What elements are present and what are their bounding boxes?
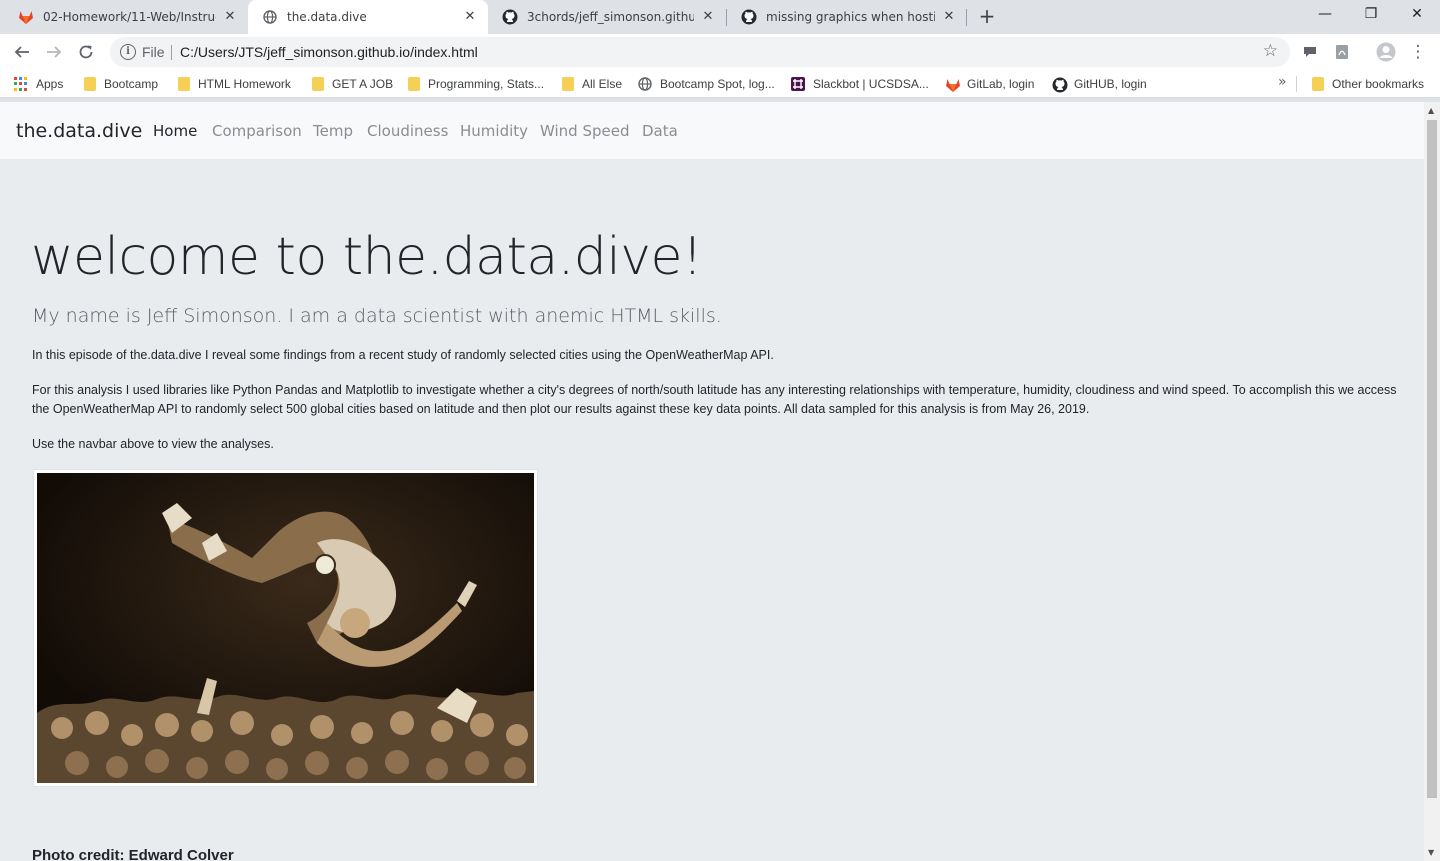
lead-text: My name is Jeff Simonson. I am a data sc…	[32, 305, 722, 327]
tab-github-repo[interactable]: 3chords/jeff_simonson.github.io ✕	[488, 0, 726, 34]
gitlab-icon	[945, 77, 960, 92]
navbar-hint-paragraph: Use the navbar above to view the analyse…	[32, 437, 274, 451]
address-bar[interactable]: i File C:/Users/JTS/jeff_simonson.github…	[110, 37, 1290, 67]
close-tab-icon[interactable]: ✕	[941, 9, 957, 25]
photo-credit: Photo credit: Edward Colver	[32, 847, 234, 861]
pdf-extension-icon[interactable]	[1330, 40, 1354, 64]
folder-icon	[178, 77, 190, 91]
crowd-surfer-photo	[33, 469, 538, 787]
bookmark-label: All Else	[582, 77, 623, 91]
close-tab-icon[interactable]: ✕	[222, 9, 238, 25]
nav-link-wind-speed[interactable]: Wind Speed	[540, 122, 630, 140]
bookmark-github[interactable]: GitHUB, login	[1052, 75, 1147, 93]
close-tab-icon[interactable]: ✕	[700, 9, 716, 25]
folder-icon	[408, 77, 420, 91]
folder-icon	[562, 77, 574, 91]
bookmark-apps[interactable]: Apps	[14, 75, 63, 93]
forward-arrow-icon[interactable]	[42, 40, 66, 64]
bookmark-html-homework[interactable]: HTML Homework	[178, 75, 291, 93]
intro-paragraph: In this episode of the.data.dive I revea…	[32, 348, 774, 362]
tab-title: 02-Homework/11-Web/Instructions	[43, 10, 216, 24]
folder-icon	[1312, 77, 1324, 91]
close-tab-icon[interactable]: ✕	[462, 9, 478, 25]
info-icon[interactable]: i	[120, 44, 136, 60]
folder-icon	[312, 77, 324, 91]
bookmark-separator	[1296, 75, 1297, 93]
bookmark-label: GET A JOB	[332, 77, 394, 91]
nav-link-temp[interactable]: Temp	[313, 122, 353, 140]
omnibox-separator	[171, 45, 172, 60]
bookmark-get-a-job[interactable]: GET A JOB	[312, 75, 393, 93]
tab-title: missing graphics when hosting on	[766, 10, 935, 24]
analysis-paragraph: For this analysis I used libraries like …	[32, 383, 1397, 416]
extension-icon[interactable]	[1298, 40, 1322, 64]
scheme-label: File	[142, 44, 165, 60]
bookmark-slackbot[interactable]: Slackbot | UCSDSA...	[791, 75, 929, 93]
scroll-down-arrow-icon[interactable]: ▼	[1428, 848, 1434, 857]
bookmark-label: Programming, Stats...	[428, 77, 545, 91]
scroll-thumb[interactable]	[1427, 120, 1437, 798]
bookmark-gitlab[interactable]: GitLab, login	[945, 75, 1034, 93]
close-window-button[interactable]: ✕	[1394, 0, 1440, 30]
github-icon	[1052, 77, 1068, 93]
bookmark-label: GitLab, login	[967, 77, 1035, 91]
profile-avatar-icon[interactable]	[1374, 40, 1398, 64]
gitlab-icon	[18, 9, 34, 25]
nav-link-data[interactable]: Data	[642, 122, 678, 140]
nav-link-humidity[interactable]: Humidity	[460, 122, 528, 140]
bookmark-bootcamp[interactable]: Bootcamp	[84, 75, 158, 93]
tab-separator	[966, 9, 967, 26]
tab-homework[interactable]: 02-Homework/11-Web/Instructions ✕	[4, 0, 248, 34]
bookmark-label: Bootcamp Spot, log...	[660, 77, 775, 91]
github-icon	[502, 9, 518, 25]
menu-kebab-icon[interactable]: ⋮	[1406, 40, 1430, 64]
back-arrow-icon[interactable]	[10, 40, 34, 64]
tab-title: the.data.dive	[287, 10, 367, 24]
apps-grid-icon	[14, 77, 28, 91]
tab-title: 3chords/jeff_simonson.github.io	[527, 10, 694, 24]
bookmark-star-icon[interactable]: ☆	[1263, 41, 1278, 61]
minimize-button[interactable]: —	[1302, 0, 1348, 30]
vertical-scrollbar[interactable]: ▲ ▼	[1424, 102, 1440, 861]
more-bookmarks-chevron-icon[interactable]: »	[1278, 74, 1287, 90]
folder-icon	[84, 77, 96, 91]
new-tab-button[interactable]: +	[976, 6, 998, 28]
tab-missing-graphics[interactable]: missing graphics when hosting on ✕	[727, 0, 967, 34]
reload-icon[interactable]	[74, 40, 98, 64]
site-navbar: the.data.dive Home Comparison Temp Cloud…	[0, 102, 1424, 159]
bookmark-bootcamp-spot[interactable]: Bootcamp Spot, log...	[638, 75, 775, 93]
maximize-button[interactable]: ❐	[1348, 0, 1394, 30]
bookmark-label: Apps	[36, 77, 64, 91]
nav-link-cloudiness[interactable]: Cloudiness	[367, 122, 448, 140]
bookmark-label: Slackbot | UCSDSA...	[813, 77, 929, 91]
bookmark-label: Bootcamp	[104, 77, 159, 91]
nav-link-comparison[interactable]: Comparison	[212, 122, 302, 140]
bookmark-other[interactable]: Other bookmarks	[1312, 75, 1424, 93]
page-title: welcome to the.data.dive!	[31, 227, 703, 287]
bookmark-label: Other bookmarks	[1332, 77, 1425, 91]
tab-strip: 02-Homework/11-Web/Instructions ✕ the.da…	[0, 0, 1440, 34]
web-page: the.data.dive Home Comparison Temp Cloud…	[0, 102, 1424, 861]
tab-data-dive[interactable]: the.data.dive ✕	[248, 0, 488, 34]
nav-link-home[interactable]: Home	[153, 122, 197, 140]
slack-icon	[791, 77, 805, 91]
bookmark-all-else[interactable]: All Else	[562, 75, 622, 93]
github-icon	[741, 9, 757, 25]
bookmark-label: HTML Homework	[198, 77, 291, 91]
stage-dive-image	[37, 473, 534, 783]
url-text[interactable]: C:/Users/JTS/jeff_simonson.github.io/ind…	[180, 44, 478, 60]
browser-toolbar: i File C:/Users/JTS/jeff_simonson.github…	[0, 34, 1440, 70]
bookmark-label: GitHUB, login	[1074, 77, 1147, 91]
globe-icon	[638, 77, 652, 91]
scroll-up-arrow-icon[interactable]: ▲	[1428, 106, 1434, 115]
bookmark-programming[interactable]: Programming, Stats...	[408, 75, 544, 93]
globe-icon	[262, 9, 278, 25]
jumbotron: welcome to the.data.dive! My name is Jef…	[0, 159, 1424, 861]
site-brand[interactable]: the.data.dive	[16, 120, 142, 142]
bookmarks-bar: Apps Bootcamp HTML Homework GET A JOB Pr…	[0, 70, 1440, 98]
